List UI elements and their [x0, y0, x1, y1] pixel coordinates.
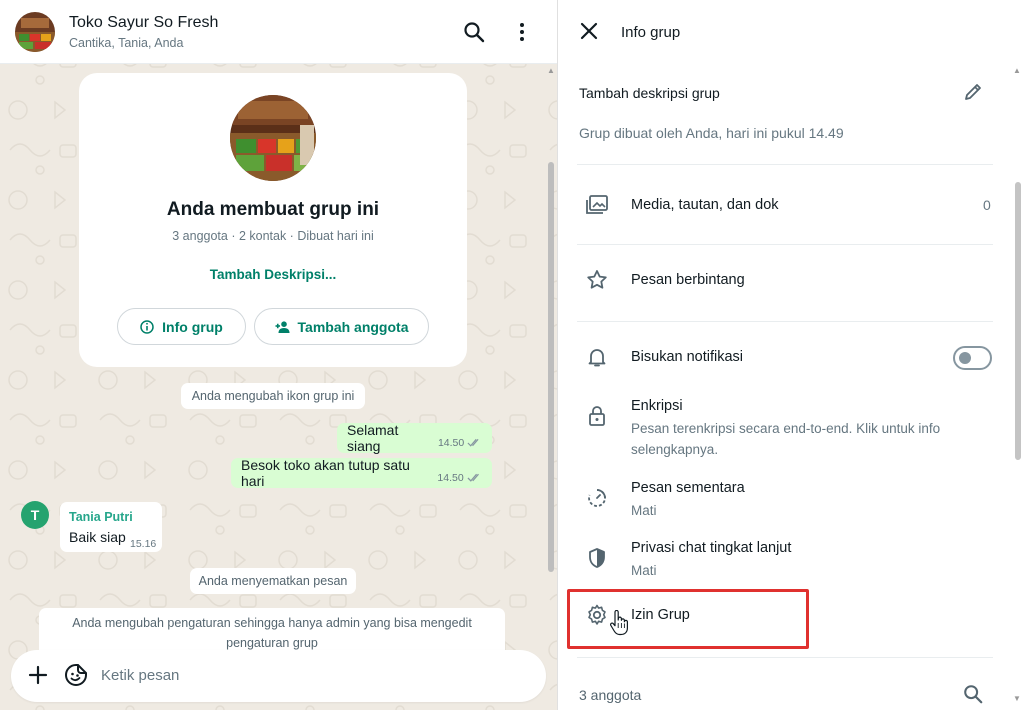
- scroll-up-arrow[interactable]: ▲: [547, 66, 555, 75]
- pencil-icon[interactable]: [963, 82, 983, 102]
- system-message-text: Anda menyematkan pesan: [198, 574, 348, 588]
- mute-toggle[interactable]: [953, 346, 992, 370]
- system-message-text: Anda mengubah pengaturan sehingga hanya …: [72, 616, 472, 650]
- group-info-panel: Info grup ▲ ▼ Tambah deskripsi grup Grup…: [559, 0, 1024, 710]
- disappearing-messages-status: Mati: [631, 503, 657, 518]
- search-icon[interactable]: [962, 683, 984, 705]
- add-member-button[interactable]: Tambah anggota: [254, 308, 429, 345]
- info-panel-title: Info grup: [621, 24, 681, 41]
- add-member-button-label: Tambah anggota: [297, 318, 409, 335]
- message-text: Selamat siang: [347, 422, 399, 454]
- message-time: 14.50: [437, 472, 464, 484]
- message-time: 14.50: [437, 437, 465, 449]
- group-info-button[interactable]: Info grup: [117, 308, 246, 345]
- plus-icon[interactable]: [27, 664, 49, 686]
- bell-icon: [588, 349, 606, 367]
- group-created-meta: 3 anggota · 2 kontak · Dibuat hari ini: [172, 229, 374, 243]
- system-message-text: Anda mengubah ikon grup ini: [191, 389, 355, 403]
- message-composer[interactable]: [11, 650, 546, 702]
- add-description-link[interactable]: Tambah Deskripsi...: [79, 267, 467, 282]
- incoming-message[interactable]: Tania Putri Baik siap 15.16: [60, 502, 162, 552]
- disappearing-messages[interactable]: Pesan sementara: [631, 480, 745, 496]
- media-links-docs[interactable]: Media, tautan, dan dok: [631, 197, 779, 213]
- chat-header[interactable]: Toko Sayur So Fresh Cantika, Tania, Anda: [0, 0, 557, 64]
- outgoing-message[interactable]: Besok toko akan tutup satu hari 14.50: [231, 457, 492, 489]
- group-created-info: Grup dibuat oleh Anda, hari ini pukul 14…: [579, 125, 844, 141]
- media-folder-icon: [586, 195, 608, 214]
- double-check-icon: [467, 438, 479, 447]
- media-count: 0: [983, 197, 991, 213]
- toggle-knob: [959, 352, 971, 364]
- sender-name[interactable]: Tania Putri: [69, 510, 133, 524]
- divider: [577, 244, 993, 245]
- chat-participants[interactable]: Cantika, Tania, Anda: [69, 36, 183, 50]
- group-created-card: Anda membuat grup ini 3 anggota · 2 kont…: [79, 73, 467, 367]
- divider: [577, 164, 993, 165]
- divider: [577, 657, 993, 658]
- shield-icon: [589, 548, 605, 568]
- advanced-chat-privacy[interactable]: Privasi chat tingkat lanjut: [631, 540, 791, 556]
- chat-title[interactable]: Toko Sayur So Fresh: [69, 14, 218, 32]
- search-icon[interactable]: [462, 20, 486, 44]
- group-avatar[interactable]: [15, 12, 55, 52]
- divider: [577, 321, 993, 322]
- group-avatar-large[interactable]: [230, 95, 316, 181]
- lock-icon: [589, 406, 605, 426]
- sticker-icon[interactable]: [64, 663, 88, 687]
- group-info-button-label: Info grup: [162, 318, 223, 335]
- starred-messages[interactable]: Pesan berbintang: [631, 272, 745, 288]
- message-text: Besok toko akan tutup satu hari: [241, 457, 410, 489]
- add-group-description[interactable]: Tambah deskripsi grup: [579, 85, 720, 101]
- mute-notifications[interactable]: Bisukan notifikasi: [631, 349, 743, 365]
- encryption-description[interactable]: Pesan terenkripsi secara end-to-end. Kli…: [631, 418, 971, 460]
- system-message: Anda mengubah ikon grup ini: [181, 383, 365, 409]
- highlight-box: [567, 589, 809, 649]
- close-icon[interactable]: [579, 21, 599, 41]
- message-input[interactable]: [101, 667, 501, 684]
- double-check-icon: [467, 473, 479, 482]
- message-text: Baik siap: [69, 529, 126, 545]
- sender-avatar[interactable]: T: [21, 501, 49, 529]
- scroll-down-arrow[interactable]: ▼: [1013, 694, 1021, 703]
- system-message: Anda menyematkan pesan: [190, 568, 356, 594]
- chat-scrollbar[interactable]: [548, 162, 554, 572]
- scroll-up-arrow[interactable]: ▲: [1013, 66, 1021, 75]
- chat-pane: Toko Sayur So Fresh Cantika, Tania, Anda…: [0, 0, 558, 710]
- encryption[interactable]: Enkripsi: [631, 398, 683, 414]
- advanced-chat-privacy-status: Mati: [631, 563, 657, 578]
- group-created-title: Anda membuat grup ini: [166, 199, 380, 220]
- info-scrollbar[interactable]: [1015, 182, 1021, 460]
- hand-cursor-icon: [610, 610, 628, 636]
- timer-icon: [588, 489, 606, 507]
- add-person-icon: [275, 320, 290, 333]
- members-count: 3 anggota: [579, 687, 642, 703]
- menu-dots-icon[interactable]: [510, 20, 534, 44]
- info-icon: [140, 319, 154, 334]
- star-icon: [587, 270, 607, 289]
- outgoing-message[interactable]: Selamat siang 14.50: [337, 422, 492, 454]
- message-time: 15.16: [130, 538, 157, 550]
